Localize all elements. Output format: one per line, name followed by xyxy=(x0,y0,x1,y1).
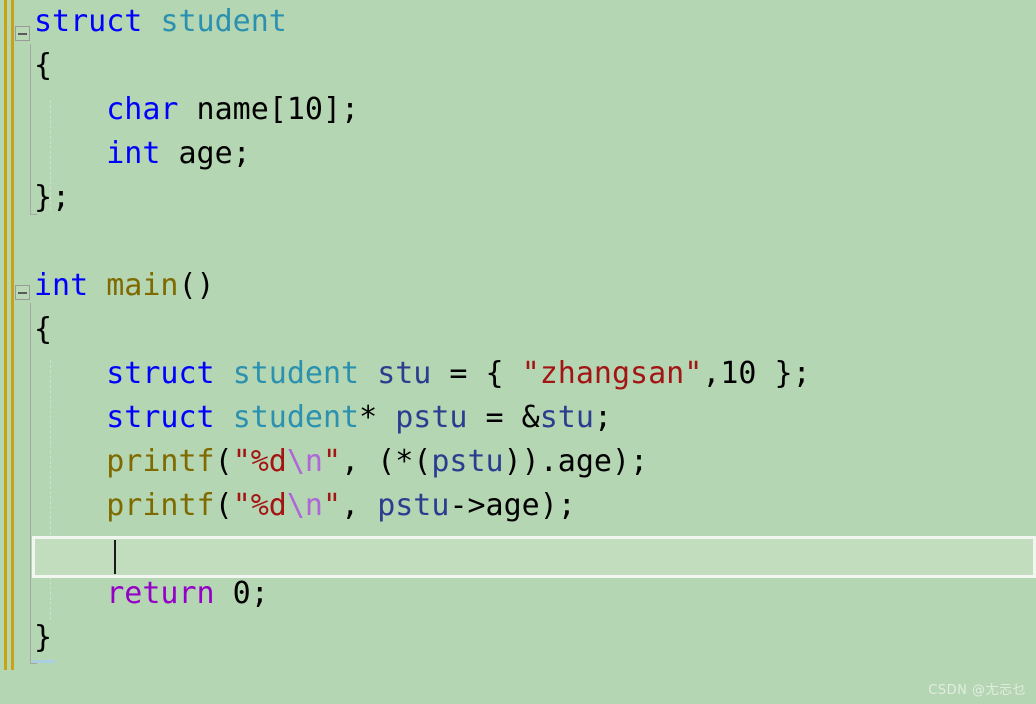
code-token-plain: 0; xyxy=(214,576,269,611)
code-token-plain: name[10]; xyxy=(178,92,360,127)
code-line[interactable]: printf("%d\n", pstu->age); xyxy=(0,484,811,528)
code-token-plain: ( xyxy=(214,488,233,523)
code-token-identifier: stu xyxy=(539,400,594,435)
code-token-plain: () xyxy=(178,268,215,303)
code-token-keyword: struct xyxy=(106,400,215,435)
code-line[interactable]: return 0; xyxy=(0,572,811,616)
code-token-string: "zhangsan" xyxy=(521,356,703,391)
code-line[interactable]: printf("%d\n", (*(pstu)).age); xyxy=(0,440,811,484)
code-line[interactable]: { xyxy=(0,44,811,88)
code-line[interactable]: ​ xyxy=(0,528,811,572)
brace-match-underline xyxy=(33,660,55,663)
code-token-escape: \n xyxy=(286,488,323,523)
code-line[interactable]: struct student* pstu = &stu; xyxy=(0,396,811,440)
code-token-plain: { xyxy=(34,48,53,83)
code-token-keyword: int xyxy=(106,136,161,171)
code-token-plain: , xyxy=(341,488,378,523)
csdn-watermark: CSDN @尢忈乜 xyxy=(928,683,1026,698)
code-token-string: "%d xyxy=(232,444,287,479)
outline-foot-main xyxy=(30,663,37,664)
code-token-keyword: int xyxy=(34,268,89,303)
code-token-user_type: student xyxy=(232,400,360,435)
code-token-escape: \n xyxy=(286,444,323,479)
code-token-keyword: struct xyxy=(106,356,215,391)
code-token-plain: = & xyxy=(467,400,540,435)
code-token-user_type: student xyxy=(160,4,287,39)
code-token-plain: ; xyxy=(593,400,612,435)
code-token-plain: ,10 }; xyxy=(702,356,811,391)
code-text[interactable]: struct student { char name[10]; int age;}… xyxy=(0,0,811,660)
code-token-function: printf xyxy=(106,488,215,523)
code-token-plain: age; xyxy=(160,136,251,171)
code-token-string: "%d xyxy=(232,488,287,523)
code-line[interactable]: int main() xyxy=(0,264,811,308)
code-line[interactable]: struct student stu = { "zhangsan",10 }; xyxy=(0,352,811,396)
code-line[interactable]: } xyxy=(0,616,811,660)
code-token-plain: }; xyxy=(34,180,71,215)
code-token-keyword: char xyxy=(106,92,179,127)
code-token-identifier: stu xyxy=(377,356,432,391)
code-line[interactable]: int age; xyxy=(0,132,811,176)
code-token-plain: ( xyxy=(214,444,233,479)
code-token-identifier: pstu xyxy=(395,400,468,435)
code-line[interactable]: struct student xyxy=(0,0,811,44)
code-token-string: " xyxy=(323,444,342,479)
code-token-control: return xyxy=(106,576,215,611)
code-token-plain: * xyxy=(359,400,396,435)
code-line[interactable]: { xyxy=(0,308,811,352)
code-token-function: printf xyxy=(106,444,215,479)
code-token-identifier: pstu xyxy=(431,444,504,479)
code-line[interactable]: }; xyxy=(0,176,811,220)
code-token-user_type: student xyxy=(232,356,360,391)
code-token-plain: ->age); xyxy=(449,488,576,523)
code-token-plain: { xyxy=(34,312,53,347)
code-token-string: " xyxy=(323,488,342,523)
code-token-plain: } xyxy=(34,620,53,655)
code-token-keyword: struct xyxy=(34,4,143,39)
code-token-identifier: pstu xyxy=(377,488,450,523)
code-token-plain: = { xyxy=(431,356,522,391)
code-line[interactable]: char name[10]; xyxy=(0,88,811,132)
code-token-function: main xyxy=(106,268,179,303)
code-line[interactable]: ​ xyxy=(0,220,811,264)
code-editor[interactable]: struct student { char name[10]; int age;}… xyxy=(0,0,1036,704)
code-token-plain: , (*( xyxy=(341,444,432,479)
code-token-plain: )).age); xyxy=(503,444,649,479)
